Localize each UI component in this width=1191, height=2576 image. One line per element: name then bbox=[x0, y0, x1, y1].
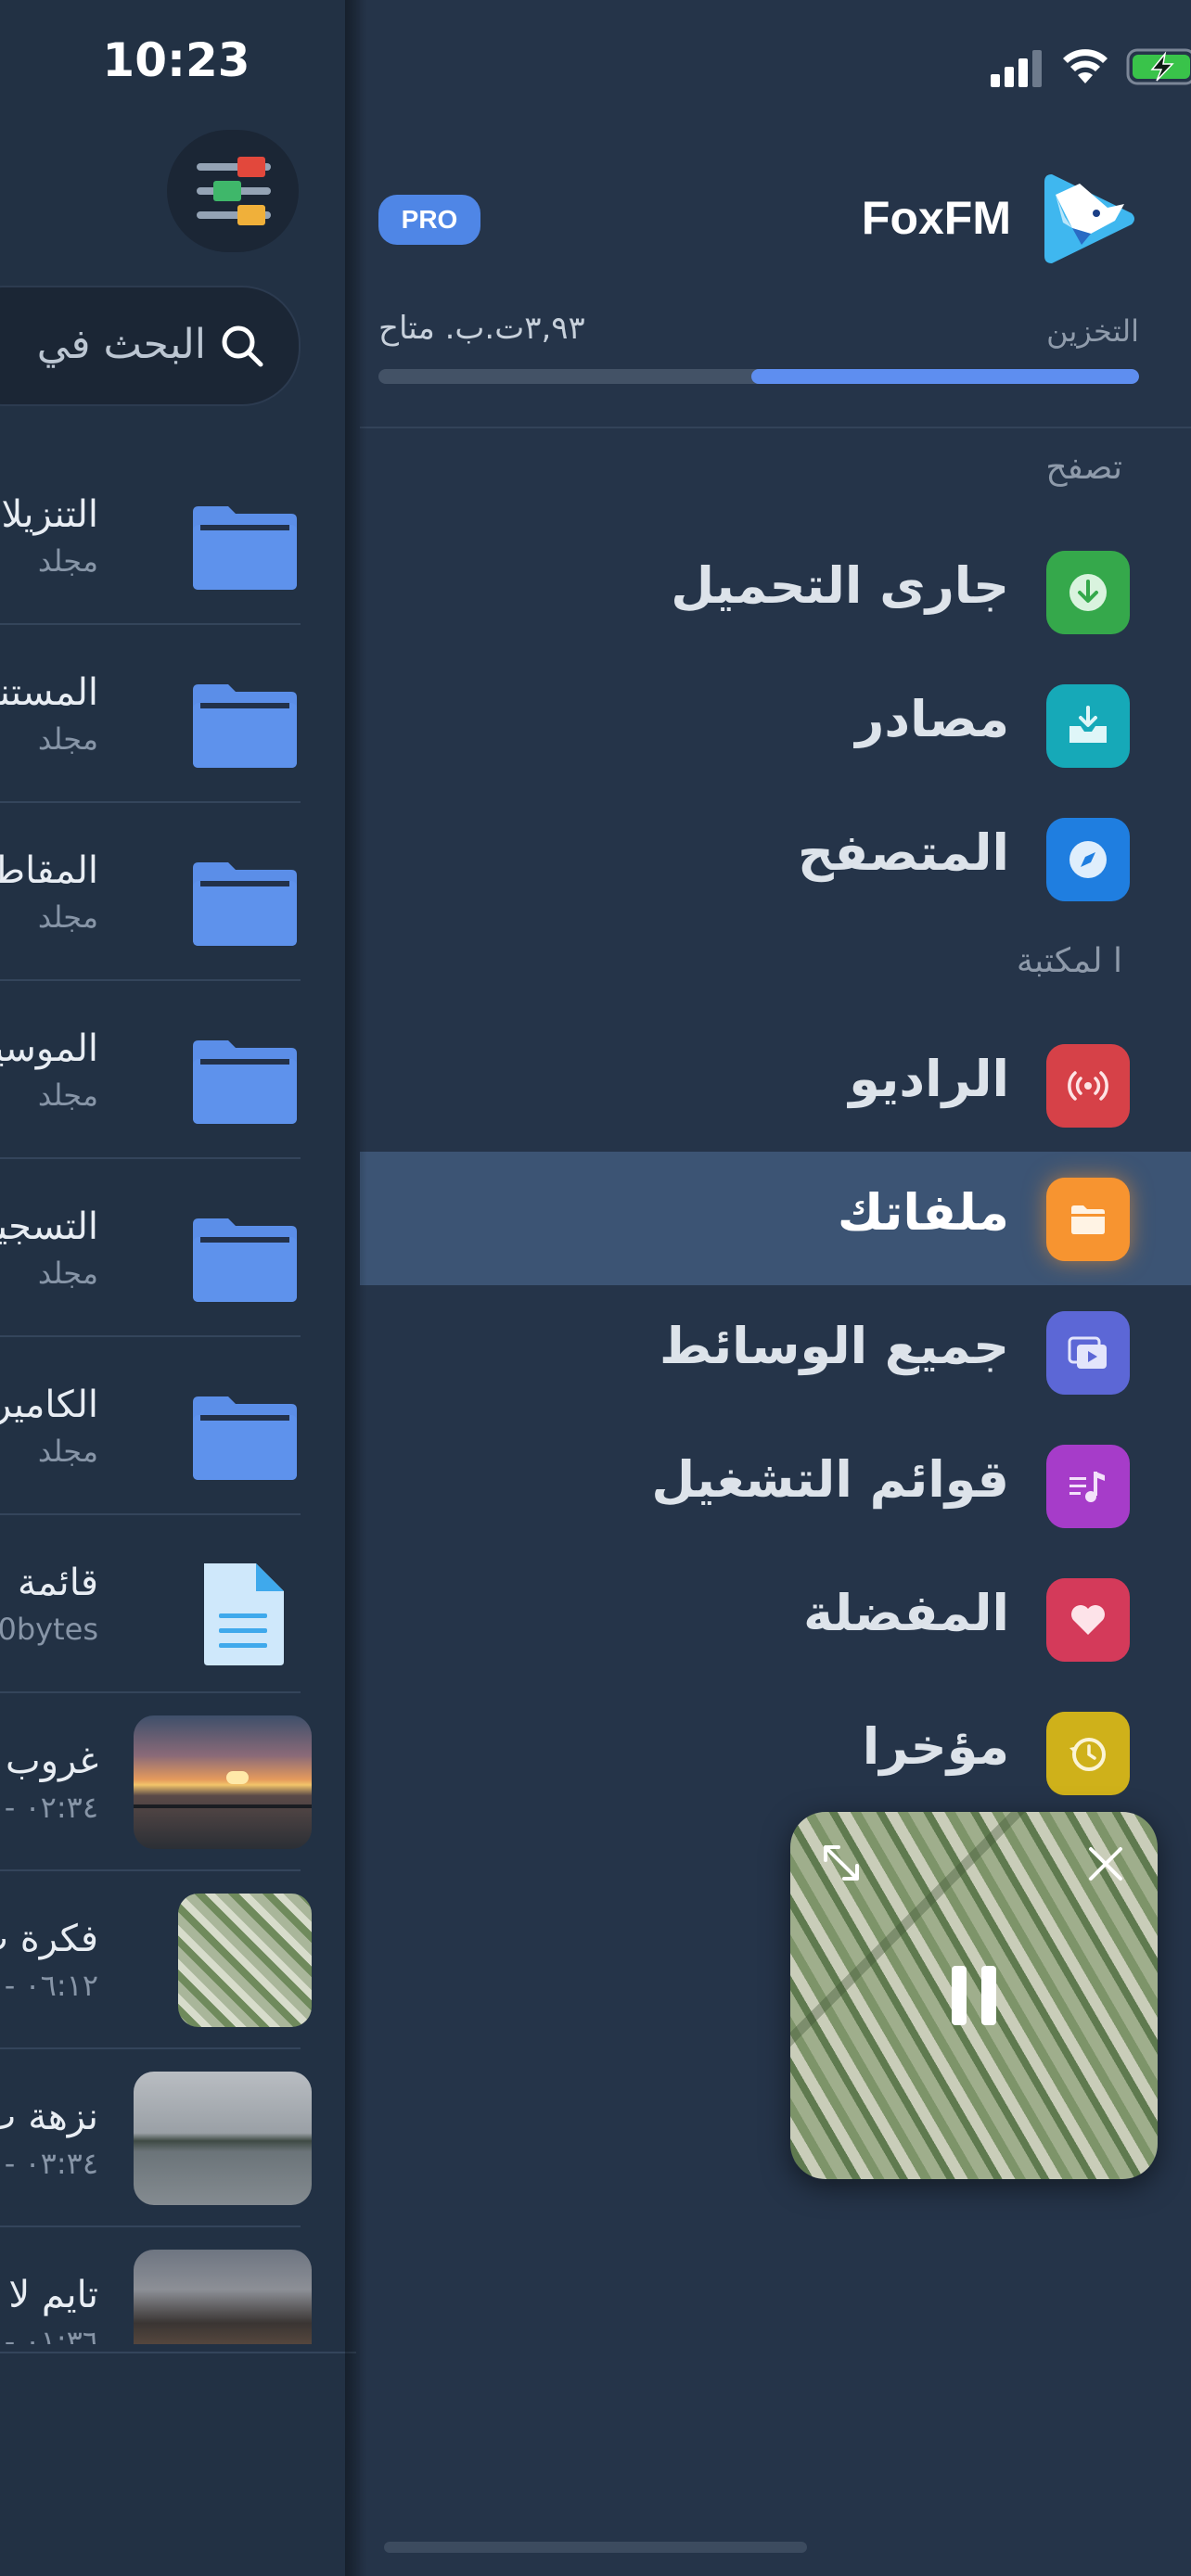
item-subtitle: مجلد bbox=[37, 899, 98, 935]
status-bar-icons bbox=[913, 0, 1191, 130]
item-title: التسجيلات bbox=[0, 1205, 98, 1248]
video-thumbnail bbox=[134, 1715, 312, 1849]
folder-icon bbox=[193, 1040, 297, 1124]
item-title: فكرة ب bbox=[0, 1918, 98, 1960]
menu-item-label: ملفاتك bbox=[837, 1183, 1009, 1242]
menu-item-label: جميع الوسائط bbox=[660, 1317, 1009, 1375]
history-icon bbox=[1046, 1712, 1130, 1795]
menu-item-playlists[interactable]: قوائم التشغيل bbox=[360, 1419, 1191, 1552]
list-item[interactable]: نزهة ب ٠٣:٣٤ - bbox=[0, 2049, 352, 2227]
list-item[interactable]: قائمة 0bytes bbox=[0, 1515, 352, 1693]
video-thumbnail bbox=[178, 1894, 312, 2027]
video-thumbnail bbox=[134, 2072, 312, 2205]
item-title: تايم لا bbox=[8, 2274, 98, 2316]
wifi-icon bbox=[1063, 49, 1108, 83]
item-subtitle: مجلد bbox=[37, 543, 98, 579]
heart-icon bbox=[1046, 1578, 1130, 1662]
menu-item-label: جارى التحميل bbox=[671, 556, 1009, 615]
sort-filter-button[interactable] bbox=[167, 130, 299, 252]
item-subtitle: مجلد bbox=[37, 721, 98, 757]
list-item[interactable]: فكرة ب ٠٦:١٢ - bbox=[0, 1871, 352, 2049]
playlist-icon bbox=[1046, 1445, 1130, 1528]
folder-icon bbox=[193, 1396, 297, 1480]
menu-item-radio[interactable]: الراديو bbox=[360, 1018, 1191, 1152]
mini-video-player[interactable] bbox=[790, 1812, 1158, 2179]
search-placeholder: البحث في bbox=[36, 321, 206, 368]
item-title: الكاميرا bbox=[0, 1384, 98, 1426]
item-title: التنزيلات bbox=[0, 493, 98, 536]
item-subtitle: مجلد bbox=[37, 1078, 98, 1113]
home-indicator bbox=[384, 2542, 807, 2553]
menu-item-label: المتصفح bbox=[797, 823, 1009, 882]
item-title: الموسيقى bbox=[0, 1027, 98, 1070]
inbox-icon bbox=[1046, 684, 1130, 768]
side-drawer: FoxFM PRO التخزين ٣,٩٣ت.ب. متاح تصفح جار… bbox=[360, 0, 1191, 2576]
section-heading-browse: تصفح bbox=[1045, 449, 1122, 487]
menu-item-label: الراديو bbox=[849, 1050, 1009, 1108]
list-item[interactable]: الموسيقى مجلد bbox=[0, 981, 352, 1159]
menu-item-label: مصادر bbox=[855, 690, 1009, 748]
menu-item-your-files[interactable]: ملفاتك bbox=[360, 1152, 1191, 1285]
list-item[interactable]: تايم لا ٠١:٣٦ - bbox=[0, 2227, 352, 2405]
status-time: 10:23 bbox=[102, 33, 250, 87]
storage-available: ٣,٩٣ت.ب. متاح bbox=[378, 310, 585, 347]
list-item[interactable]: المقاطع مجلد bbox=[0, 803, 352, 981]
file-list-panel: 10:23 البحث في التنزيلات مجلد bbox=[0, 0, 356, 2576]
expand-icon[interactable] bbox=[818, 1840, 864, 1886]
list-item[interactable]: التسجيلات مجلد bbox=[0, 1159, 352, 1337]
list-item[interactable]: المستندات مجلد bbox=[0, 625, 352, 803]
item-subtitle: ٠٢:٣٤ - bbox=[4, 1790, 98, 1825]
item-title: نزهة ب bbox=[0, 2096, 98, 2138]
menu-item-all-media[interactable]: جميع الوسائط bbox=[360, 1285, 1191, 1419]
battery-charging-icon bbox=[1126, 48, 1191, 85]
folder-icon bbox=[1046, 1178, 1130, 1261]
menu-item-sources[interactable]: مصادر bbox=[360, 658, 1191, 792]
folder-icon bbox=[193, 862, 297, 946]
list-item[interactable]: التنزيلات مجلد bbox=[0, 447, 352, 625]
list-item[interactable]: غروب ٠٢:٣٤ - bbox=[0, 1693, 352, 1871]
cellular-signal-icon bbox=[991, 50, 1042, 87]
item-subtitle: ٠٦:١٢ - bbox=[4, 1968, 98, 2003]
pro-badge[interactable]: PRO bbox=[378, 195, 480, 245]
document-icon bbox=[204, 1563, 284, 1665]
compass-icon bbox=[1046, 818, 1130, 901]
menu-item-recent[interactable]: مؤخرا bbox=[360, 1686, 1191, 1819]
folder-icon bbox=[193, 684, 297, 768]
menu-item-downloading[interactable]: جارى التحميل bbox=[360, 525, 1191, 658]
app-name: FoxFM bbox=[861, 192, 1011, 244]
menu-item-label: قوائم التشغيل bbox=[651, 1450, 1009, 1509]
pause-icon[interactable] bbox=[948, 1962, 1000, 2029]
item-title: المستندات bbox=[0, 671, 98, 714]
menu-item-label: المفضلة bbox=[803, 1584, 1009, 1642]
item-subtitle: مجلد bbox=[37, 1256, 98, 1291]
item-subtitle: 0bytes bbox=[0, 1612, 98, 1647]
item-subtitle: مجلد bbox=[37, 1434, 98, 1469]
search-icon bbox=[222, 325, 263, 367]
radio-icon bbox=[1046, 1044, 1130, 1128]
section-heading-library: ا لمكتبة bbox=[1016, 942, 1122, 980]
search-input[interactable]: البحث في bbox=[0, 286, 301, 406]
item-title: قائمة bbox=[17, 1562, 98, 1604]
menu-item-browser[interactable]: المتصفح bbox=[360, 792, 1191, 925]
menu-item-label: مؤخرا bbox=[862, 1717, 1009, 1776]
storage-progress-bar bbox=[378, 369, 1139, 384]
storage-label: التخزين bbox=[1046, 313, 1139, 349]
folder-icon bbox=[193, 506, 297, 590]
menu-item-favorites[interactable]: المفضلة bbox=[360, 1552, 1191, 1686]
media-icon bbox=[1046, 1311, 1130, 1395]
item-title: غروب bbox=[6, 1740, 98, 1782]
foxfm-logo bbox=[1044, 174, 1134, 263]
close-icon[interactable] bbox=[1085, 1843, 1126, 1884]
list-item[interactable]: الكاميرا مجلد bbox=[0, 1337, 352, 1515]
item-subtitle: ٠٣:٣٤ - bbox=[4, 2146, 98, 2181]
storage-progress-fill bbox=[750, 369, 1139, 384]
item-title: المقاطع bbox=[0, 849, 98, 892]
download-icon bbox=[1046, 551, 1130, 634]
folder-icon bbox=[193, 1218, 297, 1302]
